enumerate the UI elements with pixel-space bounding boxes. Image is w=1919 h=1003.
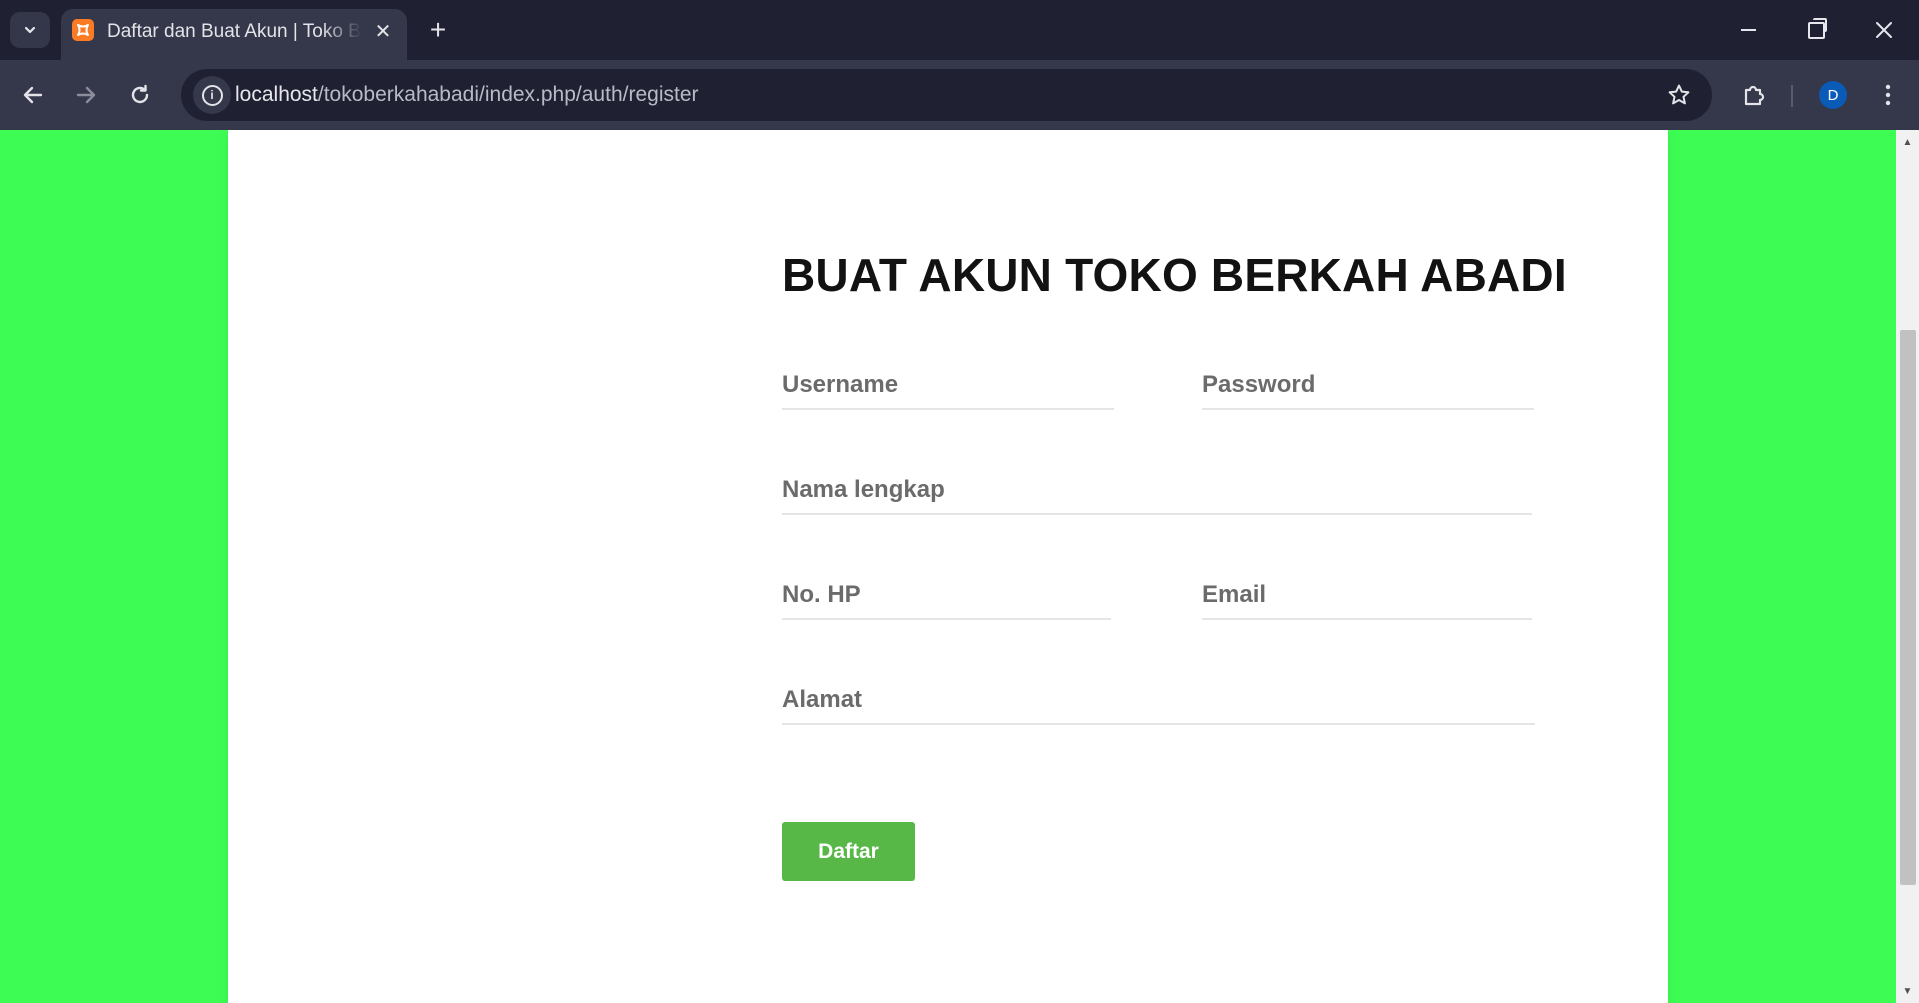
phone-input[interactable] [782,574,1111,616]
page-viewport: BUAT AKUN TOKO BERKAH ABADI Daftar [0,130,1896,1003]
forward-button[interactable] [66,75,106,115]
address-field [782,679,1535,725]
scrollbar-thumb[interactable] [1900,330,1916,885]
username-input[interactable] [782,364,1114,406]
scroll-up-arrow-icon[interactable]: ▲ [1896,132,1919,152]
new-tab-button[interactable]: + [420,12,456,48]
email-field [1202,574,1532,620]
full-name-input[interactable] [782,469,1532,511]
extensions-button[interactable] [1734,75,1774,115]
info-icon: i [201,84,223,106]
page-title: BUAT AKUN TOKO BERKAH ABADI [782,249,1567,301]
browser-tab-active[interactable]: Daftar dan Buat Akun | Toko Berkah Abadi… [61,9,407,60]
email-input[interactable] [1202,574,1532,616]
arrow-right-icon [76,86,96,104]
browser-menu-button[interactable] [1870,75,1906,115]
chevron-down-icon [24,26,36,34]
arrow-left-icon [23,86,43,104]
address-input[interactable] [782,679,1535,721]
tab-close-icon[interactable]: ✕ [369,17,397,45]
url-text[interactable]: localhost/tokoberkahabadi/index.php/auth… [235,83,699,107]
back-button[interactable] [13,75,53,115]
browser-toolbar: i localhost/tokoberkahabadi/index.php/au… [0,60,1919,130]
kebab-menu-icon [1885,84,1891,106]
minimize-button[interactable] [1714,0,1782,60]
register-card: BUAT AKUN TOKO BERKAH ABADI Daftar [228,130,1668,1003]
puzzle-icon [1744,85,1765,106]
username-field [782,364,1114,410]
close-icon [1876,22,1892,38]
address-bar[interactable]: i localhost/tokoberkahabadi/index.php/au… [181,69,1712,121]
restore-button[interactable] [1782,0,1850,60]
scroll-down-arrow-icon[interactable]: ▼ [1896,981,1919,1001]
favicon-glyph-icon [77,24,89,36]
tab-title: Daftar dan Buat Akun | Toko Berkah Abadi [107,21,362,42]
password-field [1202,364,1534,410]
window-close-button[interactable] [1850,0,1918,60]
page-scrollbar[interactable]: ▲ ▼ [1896,130,1919,1003]
password-input[interactable] [1202,364,1534,406]
url-path: /tokoberkahabadi/index.php/auth/register [317,83,699,106]
phone-field [782,574,1111,620]
xampp-favicon-icon [72,19,94,41]
register-submit-button[interactable]: Daftar [782,822,915,881]
tab-search-button[interactable] [10,12,50,48]
url-host: localhost [235,83,318,106]
reload-button[interactable] [120,75,160,115]
reload-icon [131,84,149,104]
browser-titlebar: Daftar dan Buat Akun | Toko Berkah Abadi… [0,0,1919,60]
star-icon [1668,84,1690,105]
site-info-button[interactable]: i [193,76,231,114]
minimize-icon [1740,29,1756,31]
full-name-field [782,469,1532,515]
toolbar-divider [1791,85,1793,107]
bookmark-button[interactable] [1661,77,1697,113]
restore-icon [1807,17,1827,39]
profile-avatar[interactable]: D [1819,81,1847,109]
